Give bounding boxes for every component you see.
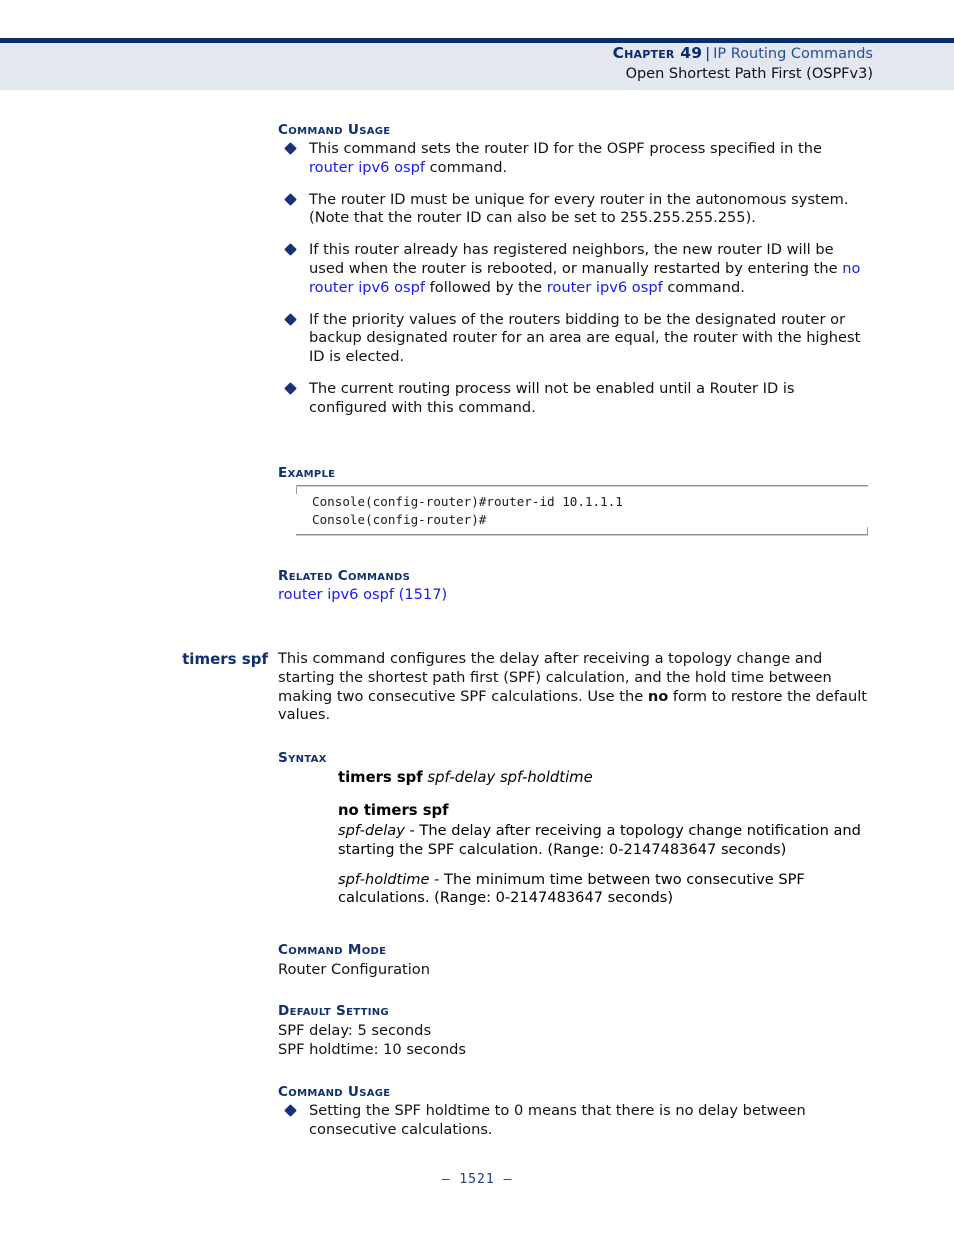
- console-corner-tick-left: [296, 485, 297, 494]
- syntax-line-negated: no timers spf: [338, 801, 870, 820]
- bullet-text: If the priority values of the routers bi…: [309, 311, 860, 366]
- section-default-setting: Default Setting SPF delay: 5 seconds SPF…: [278, 1003, 870, 1060]
- default-setting-line-1: SPF delay: 5 seconds: [278, 1022, 432, 1039]
- syntax-heading: Syntax: [278, 750, 327, 766]
- page-header: Chapter 49 | IP Routing Commands Open Shor…: [0, 43, 954, 84]
- section-command-usage-router-id: Command Usage This command sets the rout…: [278, 122, 870, 418]
- bullet-item: The router ID must be unique for every r…: [278, 191, 870, 229]
- section-command-usage-timers-spf: Command Usage Setting the SPF holdtime t…: [278, 1084, 870, 1140]
- inline-command-link[interactable]: router ipv6 ospf: [547, 279, 663, 296]
- related-command-link[interactable]: router ipv6 ospf (1517): [278, 586, 447, 603]
- diamond-bullet-icon: [284, 192, 297, 206]
- command-usage-bullet-list: This command sets the router ID for the …: [278, 140, 870, 418]
- bullet-text: This command sets the router ID for the …: [309, 140, 822, 176]
- related-commands-heading: Related Commands: [278, 568, 411, 584]
- diamond-bullet-icon: [284, 312, 297, 326]
- header-subtitle: Open Shortest Path First (OSPFv3): [625, 66, 873, 82]
- command-name-timers-spf: timers spf: [182, 650, 268, 668]
- diamond-bullet-icon: [284, 142, 297, 155]
- diamond-bullet-icon: [284, 382, 297, 395]
- command-mode-value: Router Configuration: [278, 961, 430, 978]
- inline-text: Setting the SPF holdtime to 0 means that…: [309, 1102, 806, 1138]
- console-top-border: [278, 483, 868, 494]
- command-usage-bullet-list-2: Setting the SPF holdtime to 0 means that…: [278, 1102, 870, 1140]
- section-related-commands: Related Commands router ipv6 ospf (1517): [278, 568, 870, 605]
- header-chapter-line: Chapter 49 | IP Routing Commands: [0, 43, 873, 64]
- console-example-text: Console(config-router)#router-id 10.1.1.…: [312, 494, 623, 527]
- console-bottom-border: [278, 527, 868, 540]
- bullet-item: This command sets the router ID for the …: [278, 140, 870, 178]
- command-usage-heading: Command Usage: [278, 122, 391, 138]
- syntax-parameter-list: spf-delay - The delay after receiving a …: [278, 822, 870, 908]
- inline-italic-text: spf-delay spf-holdtime: [427, 769, 593, 786]
- bullet-text: The current routing process will not be …: [309, 380, 795, 416]
- section-syntax: Syntax timers spf spf-delay spf-holdtime…: [278, 750, 870, 919]
- inline-italic-text: spf-holdtime: [338, 870, 430, 888]
- inline-command-link[interactable]: router ipv6 ospf: [309, 159, 425, 176]
- diamond-bullet-icon: [284, 1104, 297, 1117]
- section-example: Example Console(config-router)#router-id…: [278, 465, 870, 540]
- syntax-parameter: spf-delay - The delay after receiving a …: [338, 822, 870, 860]
- diamond-bullet-icon: [284, 243, 297, 257]
- inline-text: The current routing process will not be …: [309, 379, 795, 416]
- console-corner-tick-right: [867, 527, 868, 536]
- command-usage-heading-2: Command Usage: [278, 1084, 391, 1100]
- inline-text: command.: [425, 158, 508, 176]
- command-description-timers-spf: This command configures the delay after …: [278, 650, 870, 725]
- default-setting-heading: Default Setting: [278, 1003, 389, 1019]
- bullet-text: If this router already has registered ne…: [309, 241, 860, 296]
- header-chapter-label: Chapter 49: [612, 44, 703, 62]
- bullet-item: If this router already has registered ne…: [278, 241, 870, 297]
- inline-text: The router ID must be unique for every r…: [309, 190, 849, 227]
- inline-italic-text: spf-delay: [338, 822, 405, 839]
- inline-text: command.: [662, 278, 745, 296]
- bullet-text: The router ID must be unique for every r…: [309, 191, 849, 227]
- syntax-parameter: spf-holdtime - The minimum time between …: [338, 871, 870, 909]
- inline-text: - The delay after receiving a topology c…: [338, 822, 861, 858]
- related-commands-link-row: router ipv6 ospf (1517): [278, 586, 870, 605]
- bullet-text: Setting the SPF holdtime to 0 means that…: [309, 1102, 806, 1138]
- header-separator: |: [705, 46, 711, 62]
- example-heading: Example: [278, 465, 336, 481]
- header-chapter-title: IP Routing Commands: [713, 46, 873, 62]
- console-example-box: Console(config-router)#router-id 10.1.1.…: [278, 483, 868, 540]
- default-setting-line-2: SPF holdtime: 10 seconds: [278, 1041, 466, 1059]
- inline-text: followed by the: [425, 278, 547, 296]
- section-command-mode: Command Mode Router Configuration: [278, 942, 870, 979]
- inline-text: If the priority values of the routers bi…: [309, 310, 861, 366]
- bullet-item: Setting the SPF holdtime to 0 means that…: [278, 1102, 870, 1140]
- inline-bold-text: timers spf: [338, 769, 423, 786]
- bullet-item: If the priority values of the routers bi…: [278, 311, 870, 367]
- inline-text: This command sets the router ID for the …: [309, 140, 822, 157]
- syntax-line-primary: timers spf spf-delay spf-holdtime: [338, 768, 870, 787]
- bullet-item: The current routing process will not be …: [278, 380, 870, 418]
- command-mode-heading: Command Mode: [278, 942, 387, 958]
- inline-bold-text: no timers spf: [338, 802, 449, 819]
- inline-text: If this router already has registered ne…: [309, 241, 843, 277]
- inline-bold-text: no: [647, 687, 669, 705]
- page-footer: – 1521 –: [441, 1172, 513, 1187]
